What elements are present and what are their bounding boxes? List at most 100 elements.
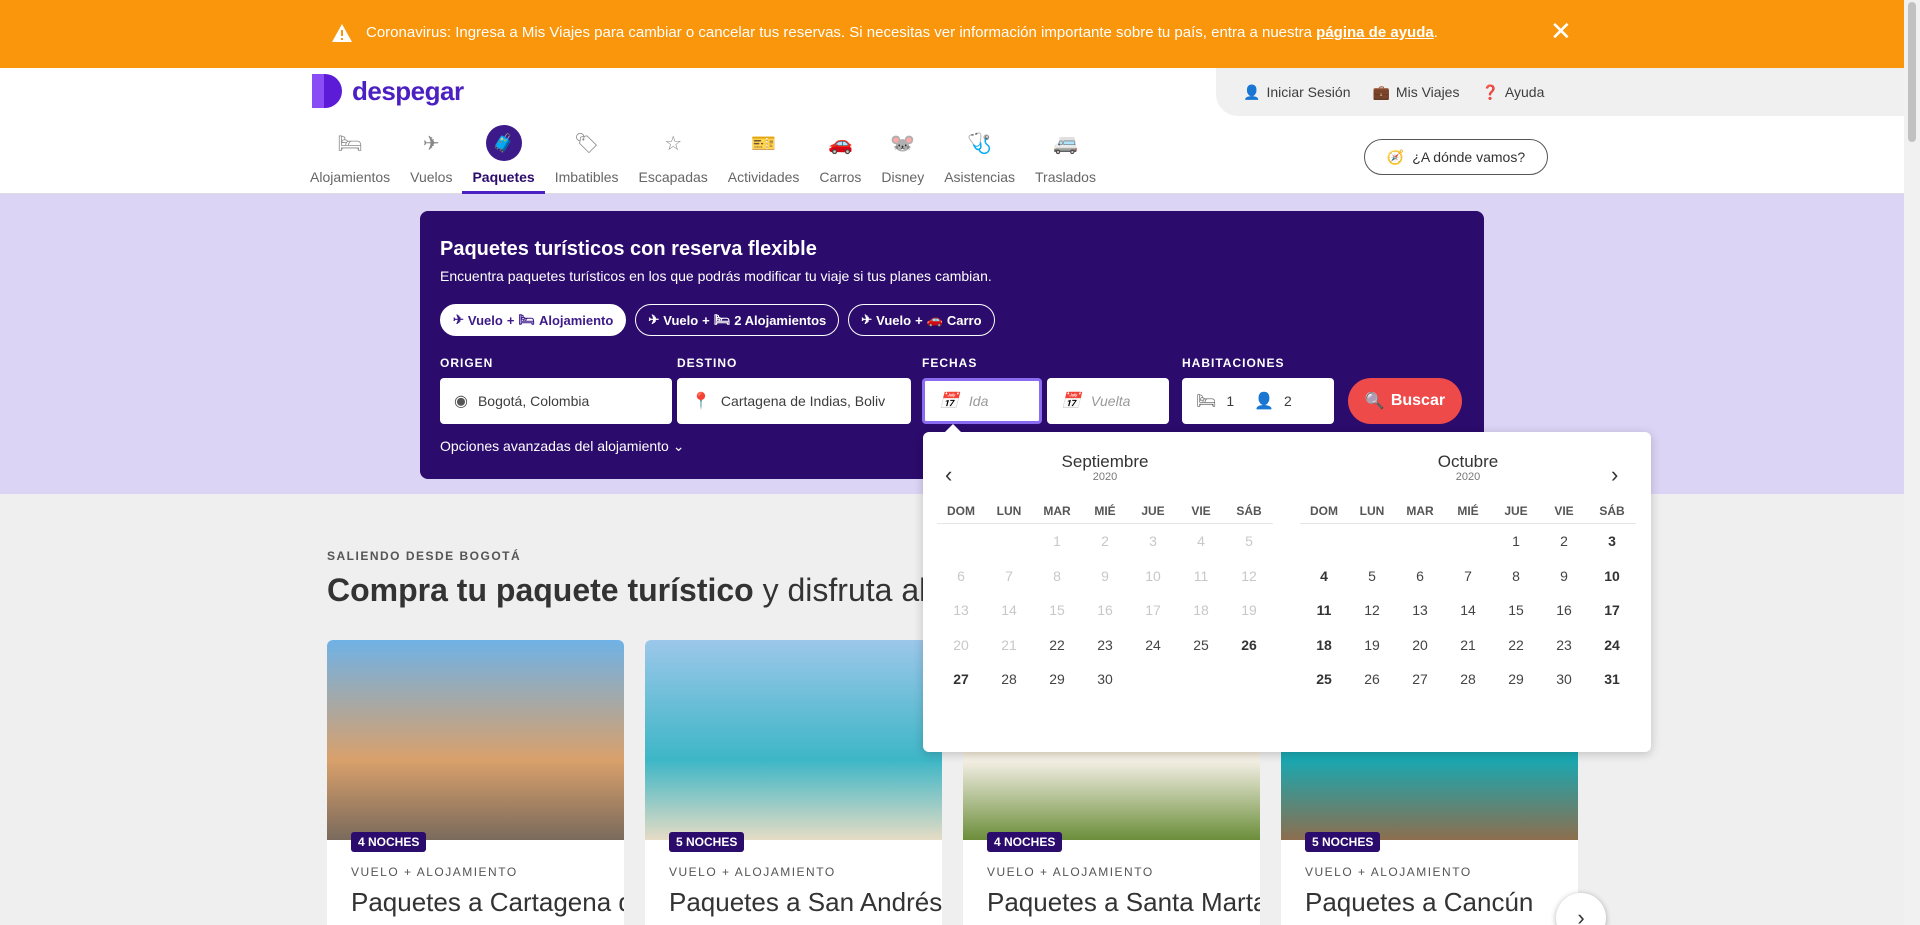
plane-icon: ✈ [648,312,660,327]
calendar-day[interactable]: 7 [1444,559,1492,594]
package-card[interactable]: 5 NOCHES VUELO + ALOJAMIENTO Paquetes a … [645,640,942,925]
weekday-header: LUN [985,498,1033,524]
badge-icon: 🏷 [573,132,600,155]
calendar-day[interactable]: 28 [1444,662,1492,697]
calendar-day[interactable]: 20 [1396,628,1444,663]
medkit-icon: 🩺 [967,132,993,155]
calendar-day[interactable]: 4 [1300,559,1348,594]
origin-circle-icon: ◉ [454,393,468,410]
car-icon: 🚗 [827,132,853,155]
return-date-field[interactable]: 📅 Vuelta [1047,378,1169,424]
covid-banner: Coronavirus: Ingresa a Mis Viajes para c… [0,0,1904,68]
mickey-icon: 🐭 [890,132,916,155]
calendar-day[interactable]: 22 [1492,628,1540,663]
tab-escapadas[interactable]: ☆ Escapadas [629,128,718,194]
calendar-day[interactable]: 12 [1348,593,1396,628]
search-button[interactable]: 🔍 Buscar [1348,378,1462,424]
weekday-header: VIE [1540,498,1588,524]
calendar-day[interactable]: 6 [1396,559,1444,594]
tab-vuelos[interactable]: ✈ Vuelos [400,128,462,194]
tab-imbatibles[interactable]: 🏷 Imbatibles [545,128,629,194]
package-card[interactable]: 4 NOCHES VUELO + ALOJAMIENTO Paquetes a … [327,640,624,925]
calendar-day[interactable]: 24 [1588,628,1636,663]
calendar-day[interactable]: 25 [1177,628,1225,663]
location-pin-icon: 📍 [691,393,711,410]
section-headline: Compra tu paquete turístico y disfruta a… [327,572,927,608]
card-destination: Paquetes a Cancún [1305,887,1534,917]
calendar-day[interactable]: 25 [1300,662,1348,697]
page-scrollbar[interactable] [1904,0,1920,925]
calendar-day[interactable]: 31 [1588,662,1636,697]
weekday-header: JUE [1129,498,1177,524]
banner-message: Coronavirus: Ingresa a Mis Viajes para c… [366,24,1438,41]
calendar-day[interactable]: 11 [1300,593,1348,628]
empty-cell [1444,524,1492,559]
weekday-header: DOM [1300,498,1348,524]
logo-mark-icon [312,74,342,108]
help-link[interactable]: ❓ Ayuda [1481,84,1544,101]
despegar-logo[interactable]: despegar [312,74,464,108]
advanced-options-toggle[interactable]: Opciones avanzadas del alojamiento ⌄ [440,438,684,455]
section-eyebrow: SALIENDO DESDE BOGOTÁ [327,549,522,563]
calendar-day: 11 [1193,567,1209,584]
user-icon: 👤 [1243,83,1261,100]
calendar-day[interactable]: 29 [1033,662,1081,697]
weekday-header: MAR [1033,498,1081,524]
calendar-day[interactable]: 14 [1444,593,1492,628]
calendar-day[interactable]: 27 [937,662,985,697]
tab-disney[interactable]: 🐭 Disney [871,128,934,194]
tab-actividades[interactable]: 🎫 Actividades [718,128,810,194]
pill-vuelo-alojamiento[interactable]: ✈ Vuelo + 🛏 Alojamiento [440,304,627,336]
calendar-day[interactable]: 29 [1492,662,1540,697]
calendar-day[interactable]: 13 [1396,593,1444,628]
calendar-day[interactable]: 26 [1348,662,1396,697]
calendar-day[interactable]: 30 [1081,662,1129,697]
calendar-day[interactable]: 30 [1540,662,1588,697]
chevron-down-icon: ⌄ [672,438,685,454]
tab-traslados[interactable]: 🚐 Traslados [1025,128,1106,194]
rooms-guests-field[interactable]: 🛏 1 👤 2 [1182,378,1334,424]
calendar-day[interactable]: 15 [1492,593,1540,628]
close-icon[interactable]: ✕ [1550,18,1572,44]
calendar-day[interactable]: 5 [1348,559,1396,594]
origin-field[interactable]: ◉ Bogotá, Colombia [440,378,672,424]
calendar-day[interactable]: 27 [1396,662,1444,697]
tab-alojamientos[interactable]: 🛏 Alojamientos [300,128,400,194]
calendar-day[interactable]: 3 [1588,524,1636,559]
calendar-day[interactable]: 9 [1540,559,1588,594]
rooms-label: HABITACIONES [1182,356,1285,370]
calendar-day: 17 [1145,602,1161,619]
departure-date-field[interactable]: 📅 Ida [922,378,1042,424]
calendar-day[interactable]: 10 [1588,559,1636,594]
login-link[interactable]: 👤 Iniciar Sesión [1243,84,1350,101]
calendar-day[interactable]: 23 [1081,628,1129,663]
where-to-button[interactable]: 🧭 ¿A dónde vamos? [1364,139,1548,175]
calendar-day[interactable]: 23 [1540,628,1588,663]
help-page-link[interactable]: página de ayuda [1316,24,1434,41]
calendar-icon: 📅 [1061,393,1081,410]
calendar-day[interactable]: 17 [1588,593,1636,628]
pill-vuelo-2-alojamientos[interactable]: ✈ Vuelo + 🛏 2 Alojamientos [635,304,840,336]
tab-paquetes[interactable]: 🧳 Paquetes [462,125,545,194]
calendar-day[interactable]: 18 [1300,628,1348,663]
my-trips-link[interactable]: 💼 Mis Viajes [1372,84,1459,101]
plane-icon: ✈ [422,132,440,155]
scrollbar-thumb[interactable] [1908,2,1916,142]
calendar-day[interactable]: 19 [1348,628,1396,663]
destination-field[interactable]: 📍 Cartagena de Indias, Boliv [677,378,911,424]
calendar-day[interactable]: 1 [1492,524,1540,559]
calendar-day[interactable]: 2 [1540,524,1588,559]
calendar-day[interactable]: 28 [985,662,1033,697]
tab-carros[interactable]: 🚗 Carros [809,128,871,194]
calendar-day[interactable]: 22 [1033,628,1081,663]
pill-vuelo-carro[interactable]: ✈ Vuelo + 🚗 Carro [848,304,995,336]
calendar-day[interactable]: 21 [1444,628,1492,663]
calendar-day[interactable]: 24 [1129,628,1177,663]
bed-icon: 🛏 [1196,393,1217,410]
calendar-day[interactable]: 26 [1225,628,1273,663]
calendar-day[interactable]: 16 [1540,593,1588,628]
tab-asistencias[interactable]: 🩺 Asistencias [934,128,1025,194]
plane-icon: ✈ [861,312,873,327]
calendar-day: 4 [1197,533,1205,549]
calendar-day[interactable]: 8 [1492,559,1540,594]
